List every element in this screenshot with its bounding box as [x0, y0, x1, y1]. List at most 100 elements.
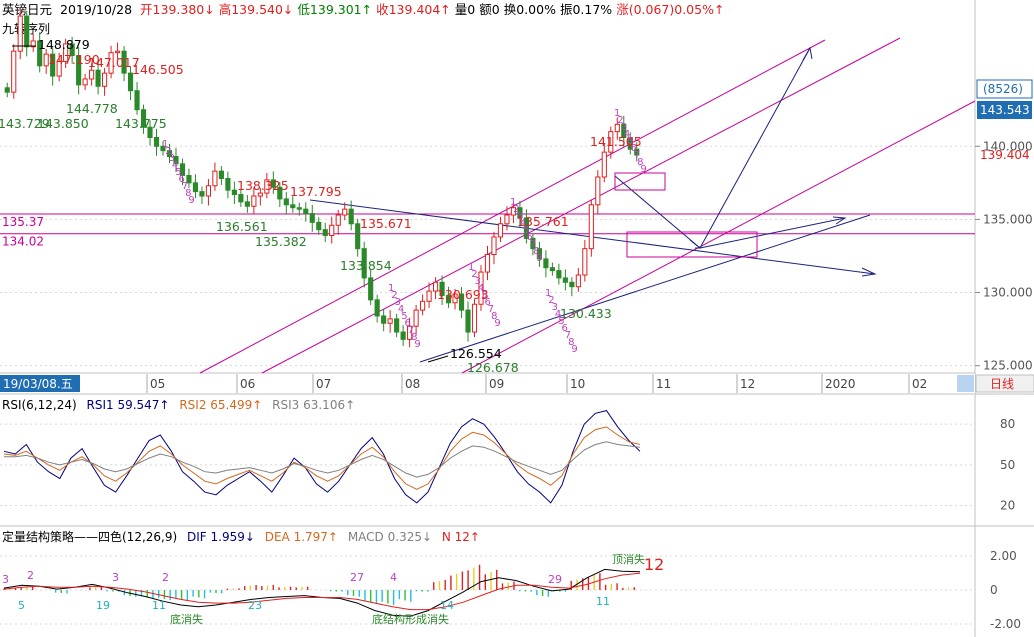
candle-body [231, 189, 237, 196]
candle-body [199, 191, 205, 197]
candle-body [601, 151, 607, 178]
quote-date: 2019/10/28 [60, 2, 132, 17]
candle-body [134, 90, 140, 111]
nine-turn-digit: 9 [188, 195, 194, 206]
rsi3-value: RSI3 63.106↑ [272, 398, 355, 412]
price-annotation: 138.325 [237, 178, 289, 193]
candle-body [225, 177, 231, 191]
candle-body [368, 277, 374, 301]
cursor-date: 19/03/08.五 [3, 377, 73, 391]
month-label: 08 [405, 377, 420, 391]
macd-count: 5 [18, 599, 25, 612]
candle-body [11, 50, 17, 93]
candle-body [24, 15, 30, 48]
month-label: 11 [656, 377, 671, 391]
price-annotation: 133.854 [340, 258, 392, 273]
candle-body [387, 318, 393, 324]
candle-body [497, 223, 504, 238]
price-annotation: 146.505 [132, 62, 184, 77]
time-axis[interactable]: 19/03/08.五 05 06 07 08 09 10 11 12 2020 02 日线 [0, 374, 1034, 395]
dea-value: DEA 1.797↑ [265, 530, 338, 544]
price-tick-label: 130.000 [983, 286, 1033, 300]
candle-body [471, 303, 478, 333]
scroll-handle[interactable] [957, 375, 974, 392]
macd-count: 2 [162, 571, 169, 584]
macd-tick-label: 0 [990, 583, 998, 597]
candle-body [257, 192, 263, 197]
quote-field-value: 0.17% [572, 2, 612, 17]
candle-body [95, 69, 101, 87]
price-annotation: 143.775 [115, 116, 167, 131]
candle-body [212, 170, 218, 187]
macd-title: 定量结构策略——四色(12,26,9) [2, 529, 177, 544]
quote-field-label: 涨 [616, 2, 629, 17]
nine-turn-digit: 9 [640, 164, 646, 175]
candle-body [426, 290, 432, 302]
candle-body [413, 309, 419, 327]
nine-turn-digit: 9 [536, 253, 542, 264]
macd-count: 29 [548, 573, 562, 586]
quote-header: 英镑日元 2019/10/28 开139.380↓ 高139.540↓ 低139.3… [2, 2, 724, 17]
macd-tick-label: 2.00 [990, 549, 1017, 563]
macd-count: 4 [390, 571, 397, 584]
month-label: 05 [150, 377, 165, 391]
candle-body [394, 318, 400, 333]
candle-body [329, 224, 335, 237]
price-annotation: 144.778 [66, 101, 118, 116]
quote-field-label: 高 [219, 2, 232, 17]
month-label: 2020 [825, 377, 856, 391]
candle-body [484, 254, 491, 273]
last-price: 139.404 [980, 148, 1030, 162]
candle-body [381, 315, 387, 324]
quote-field-label: 收 [376, 2, 389, 17]
candle-body [588, 204, 594, 250]
n-value: N 12↑ [442, 530, 480, 544]
candle-body [543, 258, 549, 269]
candle-body [582, 248, 588, 276]
rsi-tick-label: 50 [1000, 458, 1015, 472]
rsi-tick-label: 20 [1000, 499, 1015, 513]
rsi1-value: RSI1 59.547↑ [87, 398, 170, 412]
candle-body [420, 300, 426, 311]
quote-field-value: (0.067)0.05%↑ [629, 2, 725, 17]
candle-body [205, 185, 212, 197]
price-annotation: 143.850 [37, 116, 89, 131]
price-tick-label: 135.000 [983, 212, 1033, 226]
macd-count: 3 [112, 571, 119, 584]
candle-body [102, 72, 108, 87]
price-annotation: 126.678 [467, 360, 519, 375]
macd-count: 23 [248, 599, 262, 612]
price-tick-label: 125.000 [983, 359, 1033, 373]
macd-note: 底消失 [170, 612, 203, 626]
candle-body [238, 194, 244, 203]
candle-body [192, 182, 199, 193]
quote-field-value: 139.404↑ [389, 2, 451, 17]
month-label: 06 [240, 377, 255, 391]
dif-value: DIF 1.959↓ [187, 530, 255, 544]
price-annotation: 136.561 [216, 219, 268, 234]
level-label: 134.02 [2, 235, 44, 249]
rsi-title: RSI(6,12,24) [2, 398, 77, 412]
candle-body [296, 207, 302, 210]
month-label: 12 [740, 377, 755, 391]
price-marker: 143.543 [980, 103, 1030, 117]
price-annotation: 135.382 [255, 234, 307, 249]
candle-body [491, 236, 497, 256]
candle-body [595, 176, 601, 206]
candle-body [562, 277, 568, 283]
price-annotation: 126.554 [450, 346, 502, 361]
price-annotation: 130.433 [560, 306, 612, 321]
rsi2-value: RSI2 65.499↑ [179, 398, 262, 412]
chart-canvas: 英镑日元 2019/10/28 开139.380↓ 高139.540↓ 低139.3… [0, 0, 1034, 637]
macd-note: 顶消失 [612, 552, 645, 566]
candle-body [335, 214, 341, 226]
macd-count: 3 [2, 573, 9, 586]
quote-field-value: 0.00% [516, 2, 556, 17]
candle-body [342, 208, 348, 216]
count-label: (8526) [983, 82, 1023, 96]
candle-body [114, 50, 121, 54]
nine-turn-digit: 9 [571, 344, 577, 355]
nine-turn-digit: 9 [414, 339, 420, 350]
quote-field-label: 换 [504, 2, 517, 17]
candle-body [303, 208, 309, 215]
